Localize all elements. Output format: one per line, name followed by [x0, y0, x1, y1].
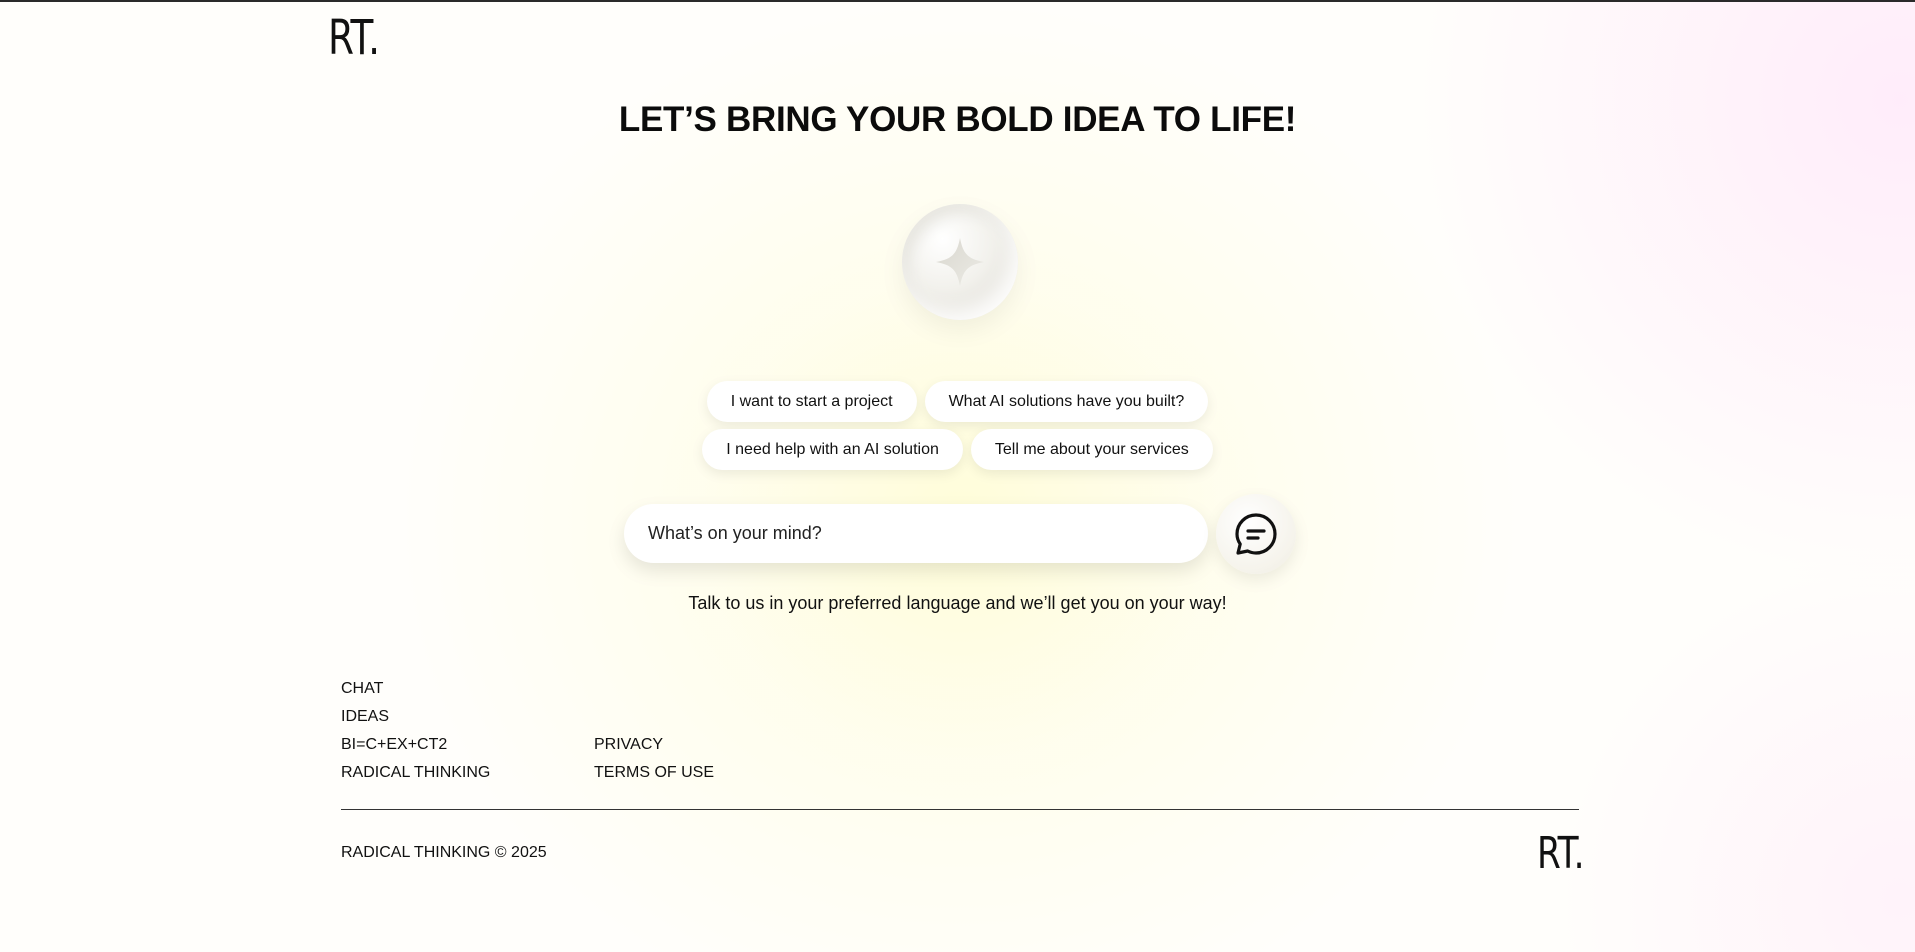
sparkle-icon — [936, 238, 984, 286]
top-border — [0, 0, 1915, 2]
footer-link-privacy[interactable]: PRIVACY — [594, 731, 714, 759]
suggestion-start-project[interactable]: I want to start a project — [706, 381, 917, 422]
footer-link-formula[interactable]: BI=C+EX+CT2 — [341, 731, 490, 759]
footer-logo[interactable]: RT. — [1537, 828, 1585, 880]
footer-nav-main: CHAT IDEAS BI=C+EX+CT2 RADICAL THINKING — [341, 675, 490, 787]
page-title: LET’S BRING YOUR BOLD IDEA TO LIFE! — [618, 100, 1297, 139]
footer-link-chat[interactable]: CHAT — [341, 675, 490, 703]
suggestion-need-ai-help[interactable]: I need help with an AI solution — [702, 429, 963, 470]
ai-orb — [902, 204, 1018, 320]
footer-link-terms[interactable]: TERMS OF USE — [594, 759, 714, 787]
chat-input[interactable] — [648, 523, 1208, 544]
chat-input-container — [624, 504, 1208, 563]
suggestion-row-2: I need help with an AI solution Tell me … — [0, 429, 1915, 470]
footer-link-radical-thinking[interactable]: RADICAL THINKING — [341, 759, 490, 787]
send-chat-button[interactable] — [1216, 494, 1296, 574]
header-logo[interactable]: RT. — [328, 10, 380, 66]
footer-nav-legal: PRIVACY TERMS OF USE — [594, 731, 714, 787]
suggestion-services[interactable]: Tell me about your services — [970, 429, 1213, 470]
suggestion-ai-solutions-built[interactable]: What AI solutions have you built? — [924, 381, 1209, 422]
footer-link-ideas[interactable]: IDEAS — [341, 703, 490, 731]
chat-bubble-icon — [1235, 513, 1277, 555]
chat-tagline: Talk to us in your preferred language an… — [688, 593, 1227, 613]
footer-divider — [341, 809, 1579, 810]
suggestion-row-1: I want to start a project What AI soluti… — [0, 381, 1915, 422]
copyright-text: RADICAL THINKING © 2025 — [341, 844, 547, 861]
